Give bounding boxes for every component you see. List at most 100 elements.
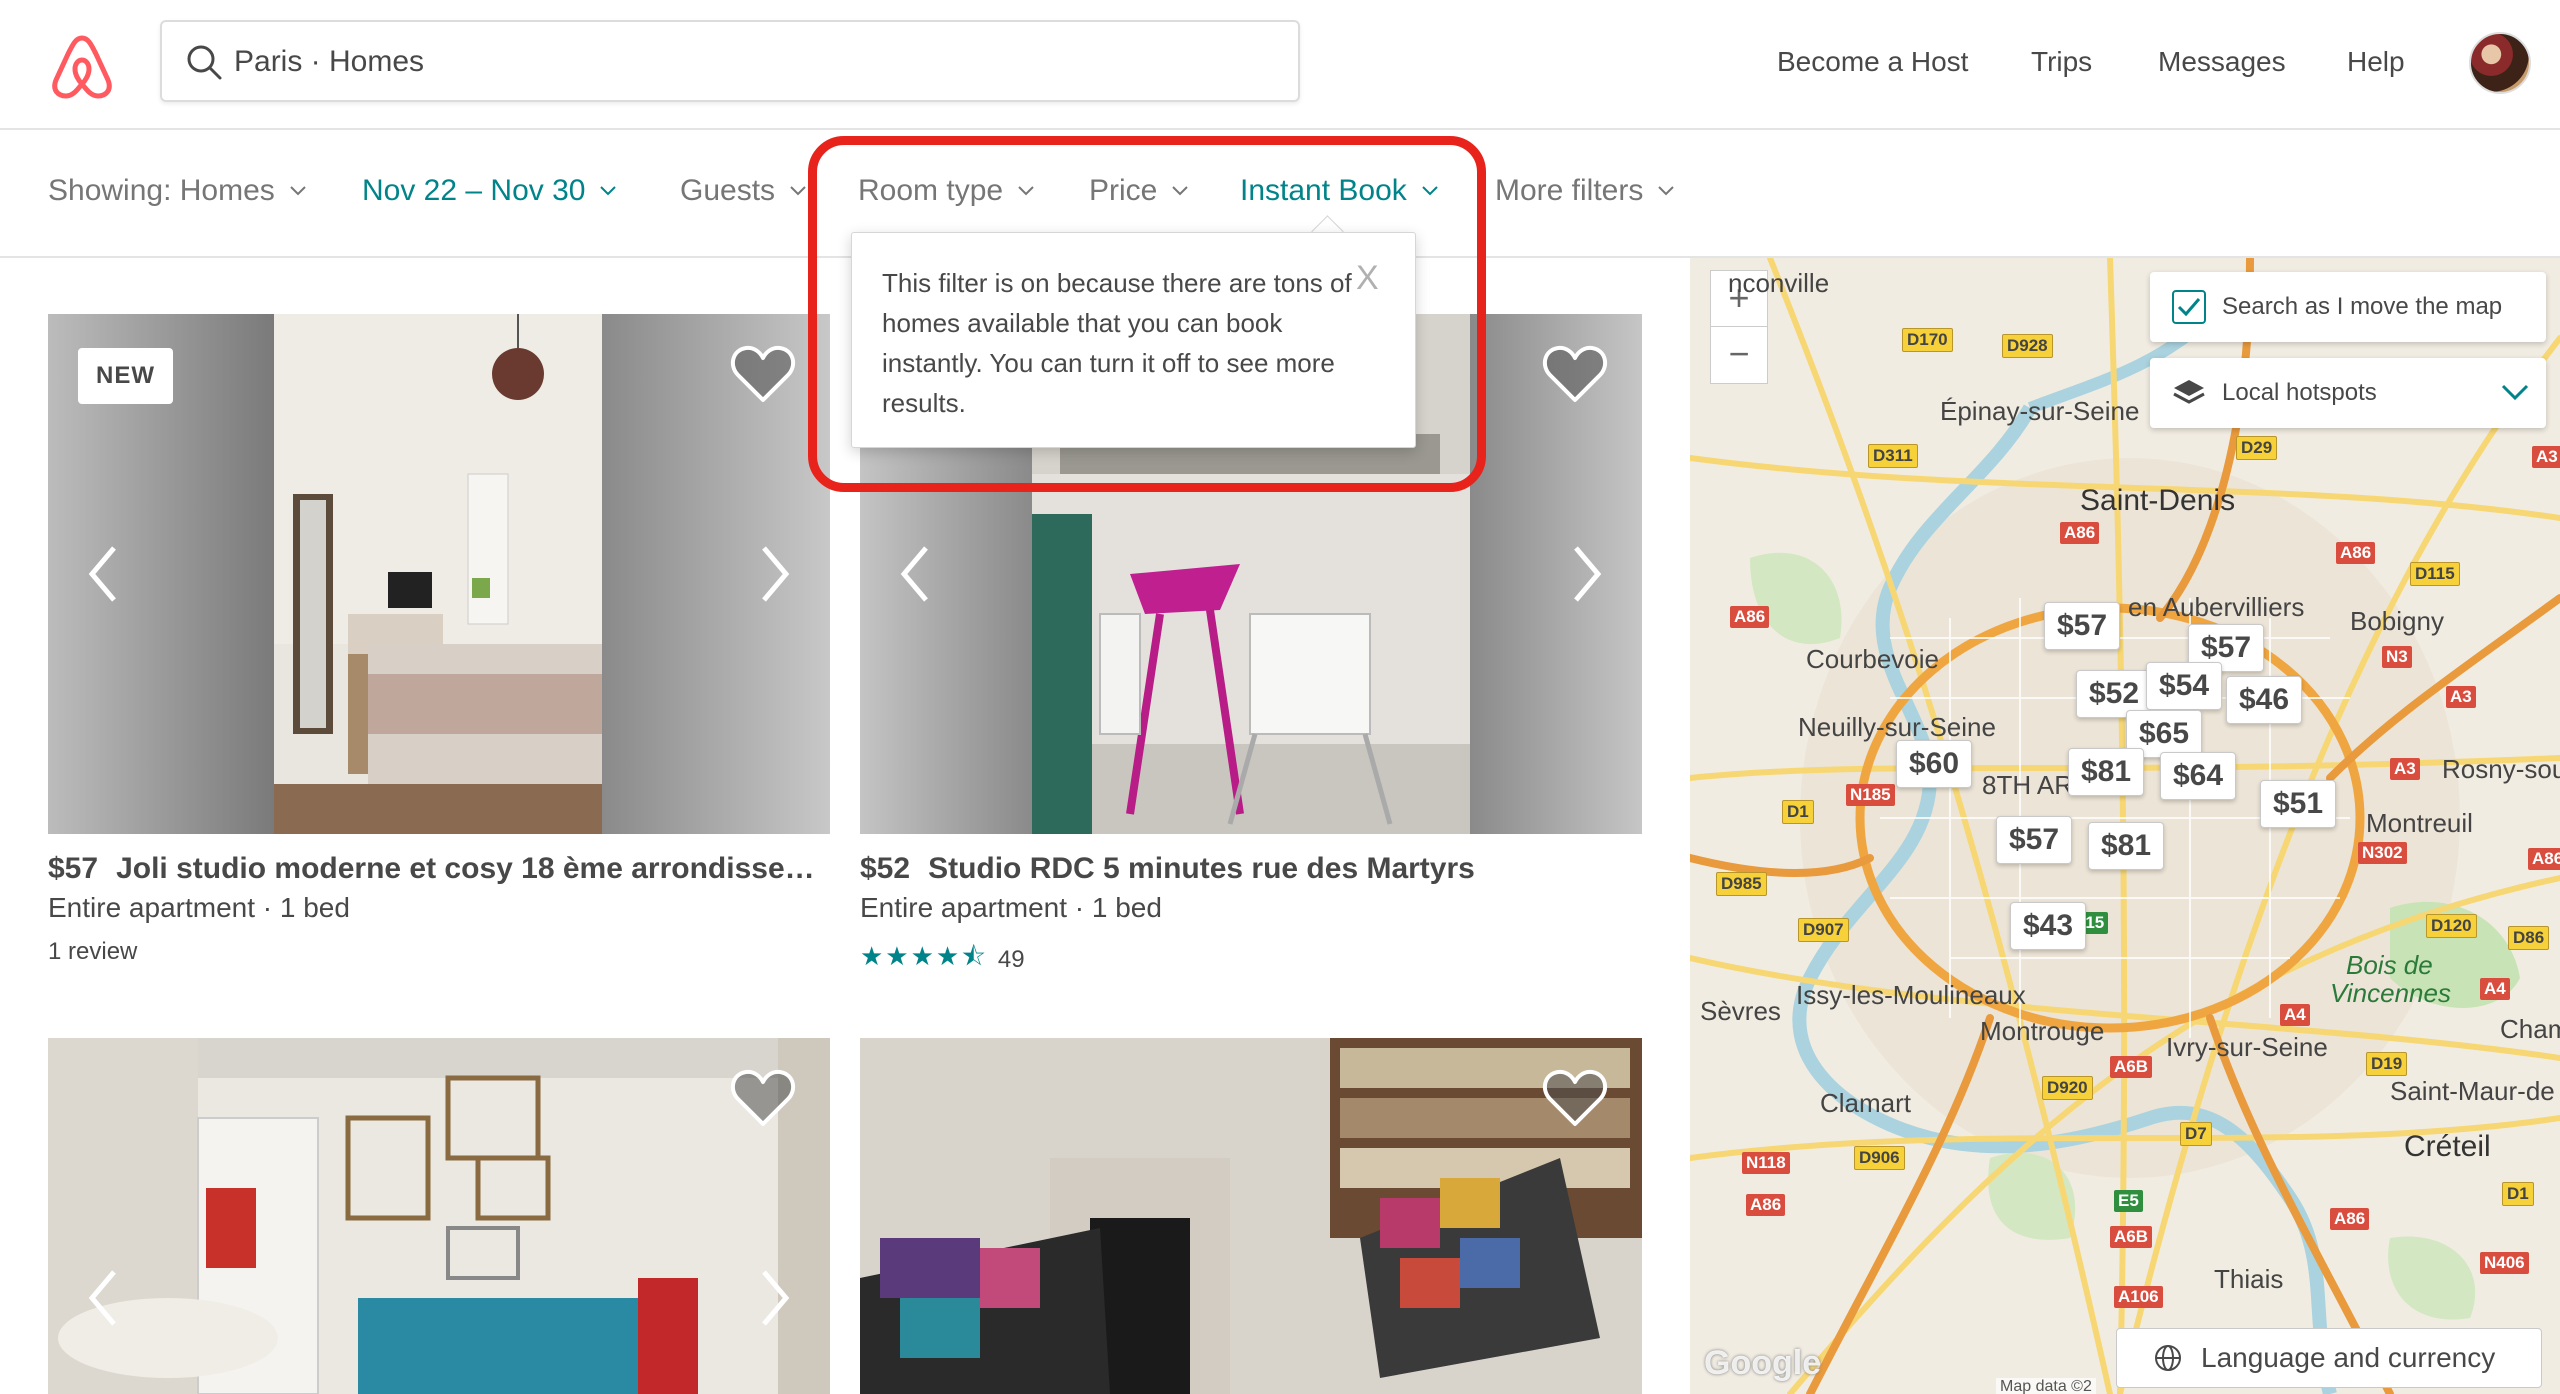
road-shield: D29 — [2236, 436, 2278, 460]
map-place-label: nconville — [1728, 268, 1830, 298]
chevron-down-icon — [290, 186, 306, 196]
chevron-down-icon — [1018, 186, 1034, 196]
road-shield: A86 — [2336, 542, 2376, 564]
airbnb-logo-icon[interactable] — [46, 30, 118, 102]
next-photo-arrow-icon[interactable] — [1566, 542, 1606, 606]
language-currency-button[interactable]: Language and currency — [2116, 1328, 2542, 1388]
filter-guests-label: Guests — [680, 174, 776, 207]
nav-messages[interactable]: Messages — [2158, 46, 2286, 78]
previous-photo-arrow-icon[interactable] — [896, 542, 936, 606]
heart-icon[interactable] — [1540, 1066, 1610, 1130]
filter-instant-book[interactable]: Instant Book — [1240, 174, 1439, 208]
layers-icon — [2173, 380, 2205, 404]
map-place-label: Thiais — [2214, 1264, 2284, 1294]
tooltip-text: This filter is on because there are tons… — [882, 268, 1352, 418]
listing-price: $57 — [48, 852, 99, 885]
map-price-pin[interactable]: $57 — [2044, 602, 2121, 650]
avatar[interactable] — [2469, 32, 2531, 94]
checkbox-checked-icon[interactable] — [2172, 290, 2206, 324]
nav-trips[interactable]: Trips — [2031, 46, 2092, 78]
tooltip-close-button[interactable]: X — [1356, 259, 1379, 298]
map-price-pin[interactable]: $64 — [2160, 752, 2237, 800]
map-place-label: Vincennes — [2330, 978, 2451, 1008]
road-shield: A86 — [1730, 606, 1770, 628]
previous-photo-arrow-icon[interactable] — [84, 542, 124, 606]
listing-photo-image — [860, 1038, 1642, 1394]
map-data-attribution[interactable]: Map data ©2 — [1996, 1378, 2096, 1394]
map-price-pin[interactable]: $54 — [2146, 662, 2223, 710]
map-place-label: Créteil — [2404, 1130, 2491, 1163]
listing-subtitle: Entire apartment · 1 bed — [48, 892, 350, 923]
road-shield: N118 — [1742, 1152, 1790, 1174]
map-place-label: Sèvres — [1700, 996, 1781, 1026]
listing-photo[interactable] — [860, 1038, 1642, 1394]
road-shield: D1 — [2502, 1182, 2534, 1206]
zoom-out-button[interactable]: − — [1710, 326, 1768, 384]
heart-icon[interactable] — [728, 1066, 798, 1130]
map-panel[interactable]: + − Search as I move the map Local hotsp… — [1690, 258, 2560, 1394]
map-place-label: Saint-Maur-de — [2390, 1076, 2555, 1106]
heart-icon[interactable] — [728, 342, 798, 406]
instant-book-tooltip: This filter is on because there are tons… — [851, 232, 1416, 448]
filter-guests[interactable]: Guests — [680, 174, 807, 208]
road-shield: D311 — [1868, 444, 1918, 468]
previous-photo-arrow-icon[interactable] — [84, 1266, 124, 1330]
search-as-move-toggle[interactable]: Search as I move the map — [2150, 272, 2546, 342]
road-shield: D907 — [1798, 918, 1849, 942]
search-input[interactable] — [232, 32, 1276, 92]
road-shield: A4 — [2480, 978, 2510, 1000]
map-place-label: Neuilly-sur-Seine — [1798, 712, 1996, 742]
map-price-pin[interactable]: $57 — [1996, 816, 2073, 864]
heart-icon[interactable] — [1540, 342, 1610, 406]
local-hotspots-dropdown[interactable]: Local hotspots — [2150, 358, 2546, 428]
listing-title: Joli studio moderne et cosy 18 ème arron… — [116, 852, 830, 885]
map-place-label: Bobigny — [2350, 606, 2444, 636]
road-shield: A86 — [2060, 522, 2100, 544]
road-shield: A6B — [2110, 1226, 2153, 1248]
nav-help[interactable]: Help — [2347, 46, 2405, 78]
map-place-label: Cham — [2500, 1014, 2560, 1044]
filter-more[interactable]: More filters — [1495, 174, 1675, 208]
map-place-label: Issy-les-Moulineaux — [1796, 980, 2026, 1010]
search-as-move-label: Search as I move the map — [2222, 293, 2503, 320]
listing-title: Studio RDC 5 minutes rue des Martyrs — [928, 852, 1475, 885]
listing-reviews: 1 review — [48, 938, 138, 965]
map-place-label: Montreuil — [2366, 808, 2473, 838]
map-place-label: Clamart — [1820, 1088, 1912, 1118]
chevron-down-icon — [1422, 186, 1438, 196]
listing-title-row[interactable]: $57 Joli studio moderne et cosy 18 ème ar… — [48, 852, 830, 886]
next-photo-arrow-icon[interactable] — [754, 542, 794, 606]
road-shield: D906 — [1854, 1146, 1905, 1170]
map-place-label: Rosny-sou — [2442, 754, 2560, 784]
filter-room-type[interactable]: Room type — [858, 174, 1035, 208]
listing-title-row[interactable]: $52 Studio RDC 5 minutes rue des Martyrs — [860, 852, 1642, 886]
listing-price: $52 — [860, 852, 911, 885]
filter-dates-label: Nov 22 – Nov 30 — [362, 174, 586, 207]
review-count: 49 — [997, 946, 1025, 973]
map-price-pin[interactable]: $43 — [2010, 902, 2087, 950]
listing-photo[interactable] — [48, 1038, 830, 1394]
filter-price[interactable]: Price — [1089, 174, 1189, 208]
map-price-pin[interactable]: $81 — [2068, 748, 2145, 796]
globe-icon — [2155, 1345, 2181, 1371]
filter-showing[interactable]: Showing: Homes — [48, 174, 307, 208]
listing-photo[interactable]: NEW — [48, 314, 830, 834]
map-price-pin[interactable]: $81 — [2088, 822, 2165, 870]
road-shield: N3 — [2382, 646, 2412, 668]
map-price-pin[interactable]: $60 — [1896, 740, 1973, 788]
star-rating: ★★★★⯪ — [860, 941, 988, 971]
nav-become-host[interactable]: Become a Host — [1777, 46, 1968, 78]
map-place-label: Courbevoie — [1806, 644, 1939, 674]
road-shield: A4 — [2280, 1004, 2310, 1026]
map-price-pin[interactable]: $51 — [2260, 780, 2337, 828]
next-photo-arrow-icon[interactable] — [754, 1266, 794, 1330]
map-place-label: Montrouge — [1980, 1016, 2105, 1046]
top-header: Become a Host Trips Messages Help — [0, 0, 2560, 130]
map-price-pin[interactable]: $46 — [2226, 676, 2303, 724]
road-shield: N406 — [2480, 1252, 2529, 1274]
search-bar[interactable] — [160, 20, 1300, 102]
filter-dates[interactable]: Nov 22 – Nov 30 — [362, 174, 617, 208]
road-shield: A3 — [2532, 446, 2560, 468]
listing-subtitle: Entire apartment · 1 bed — [860, 892, 1162, 923]
chevron-down-icon — [1172, 186, 1189, 196]
